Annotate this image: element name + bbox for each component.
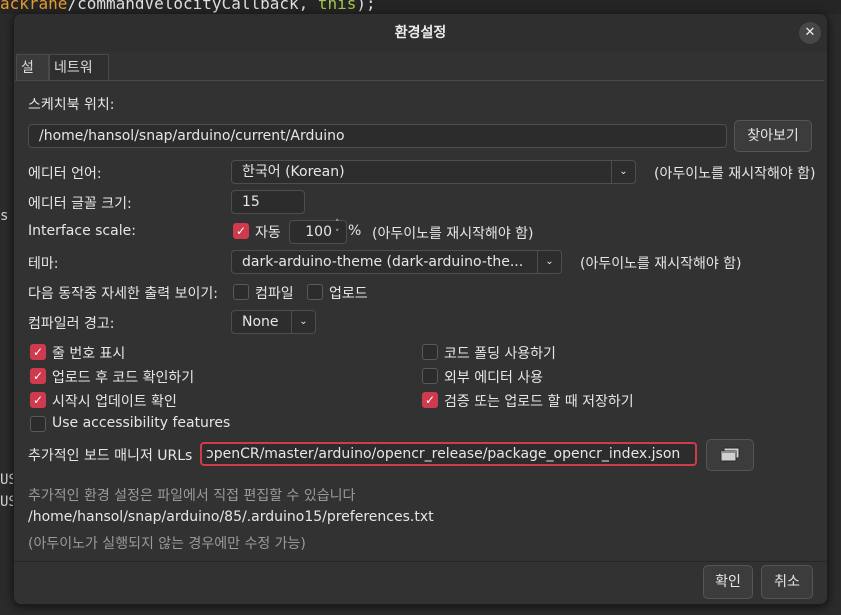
verify-after-upload-checkbox[interactable]: ✓ (30, 368, 46, 384)
interface-scale-label: Interface scale: (28, 223, 136, 239)
ok-button[interactable]: 확인 (703, 565, 753, 599)
line-numbers-checkbox[interactable]: ✓ (30, 344, 46, 360)
editor-language-label: 에디터 언어: (28, 166, 102, 182)
browse-button[interactable]: 찾아보기 (734, 120, 812, 152)
preferences-dialog: 환경설정 ✕ 설정 네트워크 스케치북 위치: /home/hansol/sna… (13, 13, 828, 605)
sketchbook-label: 스케치북 위치: (28, 97, 115, 113)
line-numbers-label: 줄 번호 표시 (52, 346, 126, 362)
code-folding-label: 코드 폴딩 사용하기 (444, 346, 556, 362)
tab-network[interactable]: 네트워크 (49, 54, 109, 102)
verbose-compile-checkbox[interactable] (233, 284, 249, 300)
external-editor-checkbox[interactable] (422, 368, 438, 384)
chevron-down-icon: ⌄ (537, 251, 561, 273)
theme-value: dark-arduino-theme (dark-arduino-the... (242, 254, 524, 270)
save-on-verify-checkbox[interactable]: ✓ (422, 392, 438, 408)
scale-unit: % (348, 223, 362, 239)
tab-settings[interactable]: 설정 (16, 54, 49, 102)
code-token: /commandVelocityCallback (67, 0, 299, 13)
accessibility-label: Use accessibility features (52, 415, 231, 431)
compiler-warnings-label: 컴파일러 경고: (28, 316, 115, 332)
close-button[interactable]: ✕ (799, 22, 821, 44)
compiler-warnings-select[interactable]: None ⌄ (231, 310, 316, 334)
prefs-file-path[interactable]: /home/hansol/snap/arduino/85/.arduino15/… (28, 509, 434, 525)
code-token: ackrane (0, 0, 68, 13)
window-icon (720, 447, 740, 462)
background-code-line: ackrane/commandVelocityCallback, this); (0, 0, 841, 14)
board-urls-label: 추가적인 보드 매니저 URLs (28, 448, 193, 464)
theme-select[interactable]: dark-arduino-theme (dark-arduino-the... … (231, 250, 562, 274)
theme-note: (아두이노를 재시작해야 함) (580, 256, 742, 272)
check-updates-checkbox[interactable]: ✓ (30, 392, 46, 408)
verify-after-upload-label: 업로드 후 코드 확인하기 (52, 370, 195, 386)
scale-spinner-arrows[interactable]: ˄ ˅ (335, 219, 340, 239)
verbose-output-label: 다음 동작중 자세한 출력 보이기: (28, 286, 218, 302)
sketchbook-path-input[interactable]: /home/hansol/snap/arduino/current/Arduin… (28, 124, 727, 148)
editor-language-value: 한국어 (Korean) (242, 164, 345, 180)
code-token: this (317, 0, 357, 13)
check-updates-label: 시작시 업데이트 확인 (52, 394, 177, 410)
external-editor-label: 외부 에디터 사용 (444, 370, 544, 386)
interface-scale-note: (아두이노를 재시작해야 함) (372, 226, 534, 242)
auto-scale-label: 자동 (255, 225, 281, 241)
cancel-button[interactable]: 취소 (761, 565, 813, 599)
verbose-upload-checkbox[interactable] (307, 284, 323, 300)
chevron-down-icon: ⌄ (611, 161, 635, 183)
theme-label: 테마: (28, 256, 59, 272)
dialog-title: 환경설정 (14, 14, 827, 52)
editor-language-select[interactable]: 한국어 (Korean) ⌄ (231, 160, 636, 184)
code-token: , (298, 0, 318, 13)
save-on-verify-label: 검증 또는 업로드 할 때 저장하기 (444, 394, 634, 410)
code-folding-checkbox[interactable] (422, 344, 438, 360)
close-icon: ✕ (804, 25, 816, 40)
board-urls-input[interactable]: ɔpenCR/master/arduino/opencr_release/pac… (200, 442, 697, 466)
chevron-down-icon: ⌄ (291, 311, 315, 333)
auto-scale-checkbox[interactable]: ✓ (233, 223, 249, 239)
edit-note: (아두이노가 실행되지 않는 경우에만 수정 가능) (28, 536, 306, 552)
more-prefs-text: 추가적인 환경 설정은 파일에서 직접 편집할 수 있습니다 (28, 488, 356, 504)
accessibility-checkbox[interactable] (30, 416, 46, 432)
compiler-warnings-value: None (242, 314, 279, 330)
verbose-compile-label: 컴파일 (255, 286, 294, 302)
footer-divider (14, 561, 827, 562)
board-urls-edit-button[interactable] (706, 439, 754, 471)
settings-panel: 스케치북 위치: /home/hansol/snap/arduino/curre… (15, 80, 824, 561)
editor-language-note: (아두이노를 재시작해야 함) (654, 166, 816, 182)
font-size-input[interactable]: 15 (231, 190, 305, 214)
font-size-label: 에디터 글꼴 크기: (28, 196, 132, 212)
code-token: ); (356, 0, 376, 13)
verbose-upload-label: 업로드 (329, 286, 368, 302)
